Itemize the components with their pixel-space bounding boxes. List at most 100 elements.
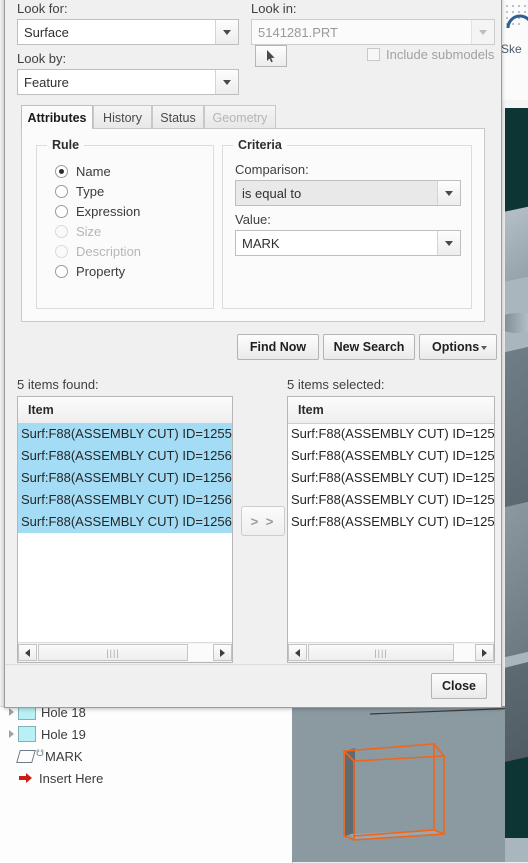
tree-item-label: MARK (45, 748, 83, 764)
found-list-horizontal-scrollbar[interactable]: |||| (18, 642, 232, 662)
list-item[interactable]: Surf:F88(ASSEMBLY CUT) ID=1256 (288, 467, 494, 489)
chevron-down-icon[interactable] (437, 231, 460, 255)
found-list-caption: 5 items found: (17, 377, 99, 392)
tab-label: Status (160, 110, 196, 125)
radio-expression[interactable]: Expression (55, 204, 140, 219)
radio-name[interactable]: Name (55, 164, 111, 179)
radio-label: Expression (76, 204, 141, 219)
look-in-value: 5141281.PRT (258, 24, 338, 40)
scroll-right-button[interactable] (213, 644, 232, 661)
value-combo[interactable]: MARK (235, 230, 461, 256)
radio-property[interactable]: Property (55, 264, 125, 279)
move-to-selected-button[interactable]: > > (241, 506, 285, 536)
look-in-combo: 5141281.PRT (251, 19, 495, 45)
options-button[interactable]: Options (419, 334, 497, 360)
comparison-label: Comparison: (235, 162, 309, 177)
list-item[interactable]: Surf:F88(ASSEMBLY CUT) ID=1256 (18, 445, 232, 467)
expand-arrow-icon[interactable] (6, 728, 18, 740)
look-by-value: Feature (24, 74, 69, 90)
selected-list-caption: 5 items selected: (287, 377, 385, 392)
radio-button[interactable] (55, 165, 68, 178)
scroll-track[interactable]: |||| (37, 644, 213, 661)
hole-icon (18, 707, 36, 720)
tab-geometry: Geometry (204, 105, 276, 129)
radio-button[interactable] (55, 185, 68, 198)
preview-model-wireframe (343, 743, 445, 841)
include-submodels-label: Include submodels (386, 47, 495, 62)
new-search-label: New Search (333, 340, 405, 354)
tree-item-hole-19[interactable]: Hole 19 (0, 723, 292, 745)
radio-size: Size (55, 224, 101, 239)
scroll-right-button[interactable] (475, 644, 494, 661)
new-search-button[interactable]: New Search (323, 334, 415, 360)
tab-label: Attributes (27, 110, 87, 125)
close-button[interactable]: Close (431, 673, 487, 699)
list-item[interactable]: Surf:F88(ASSEMBLY CUT) ID=1256 (288, 445, 494, 467)
list-item[interactable]: Surf:F88(ASSEMBLY CUT) ID=1256 (288, 511, 494, 533)
move-button-label: > > (250, 513, 276, 529)
rule-group-title: Rule (47, 138, 85, 152)
tab-status[interactable]: Status (152, 105, 204, 129)
list-item[interactable]: Surf:F88(ASSEMBLY CUT) ID=1255 (288, 423, 494, 445)
tree-item-insert-here[interactable]: Insert Here (0, 767, 292, 789)
expand-arrow-placeholder (6, 772, 18, 784)
found-list-column-header: Item (18, 397, 232, 424)
radio-label: Size (76, 224, 102, 239)
tree-item-mark[interactable]: ☋ MARK (0, 745, 292, 767)
chevron-down-icon (471, 20, 494, 44)
tab-history[interactable]: History (93, 105, 152, 129)
radio-button (55, 225, 68, 238)
list-item[interactable]: Surf:F88(ASSEMBLY CUT) ID=1256 (18, 467, 232, 489)
find-now-label: Find Now (249, 340, 307, 354)
selected-items-list[interactable]: Item Surf:F88(ASSEMBLY CUT) ID=1255 Surf… (287, 396, 495, 663)
found-list-rows: Surf:F88(ASSEMBLY CUT) ID=1255 Surf:F88(… (18, 423, 232, 642)
sketch-arc-icon (506, 14, 528, 29)
main-3d-viewport[interactable] (505, 108, 528, 862)
chevron-down-icon[interactable] (215, 20, 238, 44)
found-items-list[interactable]: Item Surf:F88(ASSEMBLY CUT) ID=1255 Surf… (17, 396, 233, 663)
selected-list-horizontal-scrollbar[interactable]: |||| (288, 642, 494, 662)
ribbon-sketch-group: Ske (498, 0, 528, 100)
radio-type[interactable]: Type (55, 184, 104, 199)
3d-model-preview[interactable] (292, 706, 505, 862)
ribbon-separator (498, 100, 528, 108)
tree-item-label: Hole 18 (41, 706, 86, 720)
scroll-left-button[interactable] (288, 644, 307, 661)
scroll-thumb[interactable]: |||| (38, 644, 188, 661)
look-by-label: Look by: (17, 51, 67, 66)
close-label: Close (441, 679, 477, 693)
list-item[interactable]: Surf:F88(ASSEMBLY CUT) ID=1256 (18, 489, 232, 511)
comparison-combo[interactable]: is equal to (235, 180, 461, 206)
criteria-group: Criteria Comparison: is equal to Value: … (222, 138, 472, 309)
tree-item-label: Insert Here (39, 770, 104, 786)
radio-button[interactable] (55, 265, 68, 278)
value-value: MARK (242, 235, 280, 251)
model-face-2 (505, 203, 528, 283)
tab-attributes[interactable]: Attributes (21, 105, 93, 129)
chevron-down-icon[interactable] (437, 181, 460, 205)
scroll-left-button[interactable] (18, 644, 37, 661)
model-tree-panel[interactable]: Hole 18 Hole 19 ☋ MARK Insert Here (0, 706, 293, 863)
model-face-5 (505, 497, 528, 659)
look-for-combo[interactable]: Surface (17, 19, 239, 45)
tree-item-hole-18[interactable]: Hole 18 (0, 706, 292, 723)
scroll-grip-icon: |||| (106, 647, 120, 658)
radio-button[interactable] (55, 205, 68, 218)
chevron-down-icon[interactable] (481, 346, 487, 350)
value-label: Value: (235, 212, 271, 227)
find-now-button[interactable]: Find Now (237, 334, 319, 360)
scroll-thumb[interactable]: |||| (308, 644, 454, 661)
list-item[interactable]: Surf:F88(ASSEMBLY CUT) ID=1256 (18, 511, 232, 533)
copy-badge-icon: ☋ (36, 747, 44, 758)
list-item[interactable]: Surf:F88(ASSEMBLY CUT) ID=1256 (288, 489, 494, 511)
list-item[interactable]: Surf:F88(ASSEMBLY CUT) ID=1255 (18, 423, 232, 445)
look-for-value: Surface (24, 24, 69, 40)
scroll-track[interactable]: |||| (307, 644, 475, 661)
chevron-down-icon[interactable] (215, 70, 238, 94)
tree-item-label: Hole 19 (41, 726, 86, 742)
include-submodels-checkbox: Include submodels (367, 47, 494, 62)
look-by-combo[interactable]: Feature (17, 69, 239, 95)
pick-from-model-button[interactable] (255, 45, 287, 67)
model-face-4 (505, 342, 528, 524)
hole-icon (18, 726, 36, 742)
